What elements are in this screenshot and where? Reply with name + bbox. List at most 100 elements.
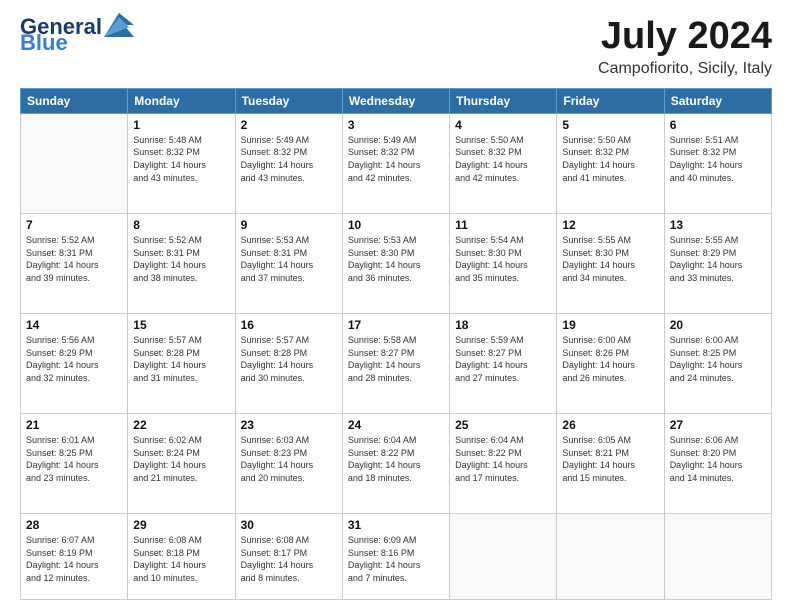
day-number: 13 — [670, 218, 766, 232]
cell-info: Sunrise: 6:04 AMSunset: 8:22 PMDaylight:… — [455, 434, 551, 484]
cell-info: Sunrise: 5:59 AMSunset: 8:27 PMDaylight:… — [455, 334, 551, 384]
day-number: 16 — [241, 318, 337, 332]
day-number: 29 — [133, 518, 229, 532]
calendar-cell: 20Sunrise: 6:00 AMSunset: 8:25 PMDayligh… — [664, 314, 771, 414]
day-number: 25 — [455, 418, 551, 432]
weekday-header-sunday: Sunday — [21, 88, 128, 113]
day-number: 21 — [26, 418, 122, 432]
calendar-cell: 4Sunrise: 5:50 AMSunset: 8:32 PMDaylight… — [450, 113, 557, 213]
calendar-table: SundayMondayTuesdayWednesdayThursdayFrid… — [20, 88, 772, 600]
cell-info: Sunrise: 5:49 AMSunset: 8:32 PMDaylight:… — [348, 134, 444, 184]
calendar-cell: 29 Sunrise: 6:08 AMSunset: 8:18 PMDayligh… — [128, 514, 235, 600]
day-number: 31 — [348, 518, 444, 532]
calendar-cell: 12 Sunrise: 5:55 AMSunset: 8:30 PMDayligh… — [557, 213, 664, 313]
calendar-cell: 6Sunrise: 5:51 AMSunset: 8:32 PMDaylight… — [664, 113, 771, 213]
calendar-cell: 3 Sunrise: 5:49 AMSunset: 8:32 PMDaylight… — [342, 113, 449, 213]
cell-info: Sunrise: 6:06 AMSunset: 8:20 PMDaylight:… — [670, 434, 766, 484]
cell-info: Sunrise: 5:58 AMSunset: 8:27 PMDaylight:… — [348, 334, 444, 384]
calendar-cell: 7Sunrise: 5:52 AMSunset: 8:31 PMDaylight… — [21, 213, 128, 313]
calendar-cell: 24 Sunrise: 6:04 AMSunset: 8:22 PMDayligh… — [342, 414, 449, 514]
day-number: 30 — [241, 518, 337, 532]
cell-info: Sunrise: 6:03 AMSunset: 8:23 PMDaylight:… — [241, 434, 337, 484]
calendar-cell: 1 Sunrise: 5:48 AMSunset: 8:32 PMDaylight… — [128, 113, 235, 213]
day-number: 11 — [455, 218, 551, 232]
title-block: July 2024 Campofiorito, Sicily, Italy — [598, 16, 772, 78]
calendar-cell: 8 Sunrise: 5:52 AMSunset: 8:31 PMDaylight… — [128, 213, 235, 313]
calendar-cell: 26 Sunrise: 6:05 AMSunset: 8:21 PMDayligh… — [557, 414, 664, 514]
cell-info: Sunrise: 5:52 AMSunset: 8:31 PMDaylight:… — [133, 234, 229, 284]
subtitle: Campofiorito, Sicily, Italy — [598, 60, 772, 78]
calendar-cell: 5Sunrise: 5:50 AMSunset: 8:32 PMDaylight… — [557, 113, 664, 213]
weekday-header-monday: Monday — [128, 88, 235, 113]
cell-info: Sunrise: 5:56 AMSunset: 8:29 PMDaylight:… — [26, 334, 122, 384]
calendar-week-row: 1 Sunrise: 5:48 AMSunset: 8:32 PMDaylight… — [21, 113, 772, 213]
cell-info: Sunrise: 6:04 AMSunset: 8:22 PMDaylight:… — [348, 434, 444, 484]
day-number: 7 — [26, 218, 122, 232]
cell-info: Sunrise: 5:57 AMSunset: 8:28 PMDaylight:… — [241, 334, 337, 384]
cell-info: Sunrise: 6:08 AMSunset: 8:18 PMDaylight:… — [133, 534, 229, 584]
cell-info: Sunrise: 5:50 AMSunset: 8:32 PMDaylight:… — [455, 134, 551, 184]
cell-info: Sunrise: 6:08 AMSunset: 8:17 PMDaylight:… — [241, 534, 337, 584]
calendar-cell — [450, 514, 557, 600]
calendar-cell: 2Sunrise: 5:49 AMSunset: 8:32 PMDaylight… — [235, 113, 342, 213]
day-number: 27 — [670, 418, 766, 432]
cell-info: Sunrise: 5:48 AMSunset: 8:32 PMDaylight:… — [133, 134, 229, 184]
calendar-cell: 10Sunrise: 5:53 AMSunset: 8:30 PMDayligh… — [342, 213, 449, 313]
main-title: July 2024 — [598, 16, 772, 58]
weekday-header-row: SundayMondayTuesdayWednesdayThursdayFrid… — [21, 88, 772, 113]
day-number: 20 — [670, 318, 766, 332]
day-number: 28 — [26, 518, 122, 532]
cell-info: Sunrise: 6:02 AMSunset: 8:24 PMDaylight:… — [133, 434, 229, 484]
cell-info: Sunrise: 6:01 AMSunset: 8:25 PMDaylight:… — [26, 434, 122, 484]
day-number: 1 — [133, 118, 229, 132]
calendar-cell: 21 Sunrise: 6:01 AMSunset: 8:25 PMDayligh… — [21, 414, 128, 514]
calendar-cell: 15 Sunrise: 5:57 AMSunset: 8:28 PMDayligh… — [128, 314, 235, 414]
cell-info: Sunrise: 6:07 AMSunset: 8:19 PMDaylight:… — [26, 534, 122, 584]
weekday-header-saturday: Saturday — [664, 88, 771, 113]
calendar-cell: 16 Sunrise: 5:57 AMSunset: 8:28 PMDayligh… — [235, 314, 342, 414]
page: General Blue July 2024 Campofiorito, Sic… — [0, 0, 792, 612]
calendar-week-row: 14 Sunrise: 5:56 AMSunset: 8:29 PMDayligh… — [21, 314, 772, 414]
day-number: 15 — [133, 318, 229, 332]
cell-info: Sunrise: 5:55 AMSunset: 8:29 PMDaylight:… — [670, 234, 766, 284]
calendar-cell: 25 Sunrise: 6:04 AMSunset: 8:22 PMDayligh… — [450, 414, 557, 514]
calendar-cell — [664, 514, 771, 600]
cell-info: Sunrise: 5:53 AMSunset: 8:31 PMDaylight:… — [241, 234, 337, 284]
day-number: 26 — [562, 418, 658, 432]
weekday-header-thursday: Thursday — [450, 88, 557, 113]
day-number: 12 — [562, 218, 658, 232]
calendar-cell: 23Sunrise: 6:03 AMSunset: 8:23 PMDayligh… — [235, 414, 342, 514]
day-number: 18 — [455, 318, 551, 332]
day-number: 2 — [241, 118, 337, 132]
cell-info: Sunrise: 5:50 AMSunset: 8:32 PMDaylight:… — [562, 134, 658, 184]
cell-info: Sunrise: 6:05 AMSunset: 8:21 PMDaylight:… — [562, 434, 658, 484]
day-number: 3 — [348, 118, 444, 132]
cell-info: Sunrise: 6:09 AMSunset: 8:16 PMDaylight:… — [348, 534, 444, 584]
day-number: 24 — [348, 418, 444, 432]
calendar-cell — [21, 113, 128, 213]
calendar-cell: 18 Sunrise: 5:59 AMSunset: 8:27 PMDayligh… — [450, 314, 557, 414]
cell-info: Sunrise: 5:57 AMSunset: 8:28 PMDaylight:… — [133, 334, 229, 384]
calendar-cell: 11 Sunrise: 5:54 AMSunset: 8:30 PMDayligh… — [450, 213, 557, 313]
cell-info: Sunrise: 6:00 AMSunset: 8:26 PMDaylight:… — [562, 334, 658, 384]
header: General Blue July 2024 Campofiorito, Sic… — [20, 16, 772, 78]
day-number: 14 — [26, 318, 122, 332]
day-number: 8 — [133, 218, 229, 232]
calendar-cell: 28 Sunrise: 6:07 AMSunset: 8:19 PMDayligh… — [21, 514, 128, 600]
calendar-cell: 14 Sunrise: 5:56 AMSunset: 8:29 PMDayligh… — [21, 314, 128, 414]
weekday-header-friday: Friday — [557, 88, 664, 113]
calendar-cell: 30 Sunrise: 6:08 AMSunset: 8:17 PMDayligh… — [235, 514, 342, 600]
weekday-header-tuesday: Tuesday — [235, 88, 342, 113]
calendar-cell — [557, 514, 664, 600]
calendar-cell: 19Sunrise: 6:00 AMSunset: 8:26 PMDayligh… — [557, 314, 664, 414]
cell-info: Sunrise: 5:55 AMSunset: 8:30 PMDaylight:… — [562, 234, 658, 284]
cell-info: Sunrise: 5:54 AMSunset: 8:30 PMDaylight:… — [455, 234, 551, 284]
day-number: 9 — [241, 218, 337, 232]
calendar-cell: 31 Sunrise: 6:09 AMSunset: 8:16 PMDayligh… — [342, 514, 449, 600]
cell-info: Sunrise: 5:51 AMSunset: 8:32 PMDaylight:… — [670, 134, 766, 184]
cell-info: Sunrise: 5:53 AMSunset: 8:30 PMDaylight:… — [348, 234, 444, 284]
calendar-week-row: 21 Sunrise: 6:01 AMSunset: 8:25 PMDayligh… — [21, 414, 772, 514]
calendar-cell: 9 Sunrise: 5:53 AMSunset: 8:31 PMDaylight… — [235, 213, 342, 313]
day-number: 22 — [133, 418, 229, 432]
calendar-cell: 13 Sunrise: 5:55 AMSunset: 8:29 PMDayligh… — [664, 213, 771, 313]
